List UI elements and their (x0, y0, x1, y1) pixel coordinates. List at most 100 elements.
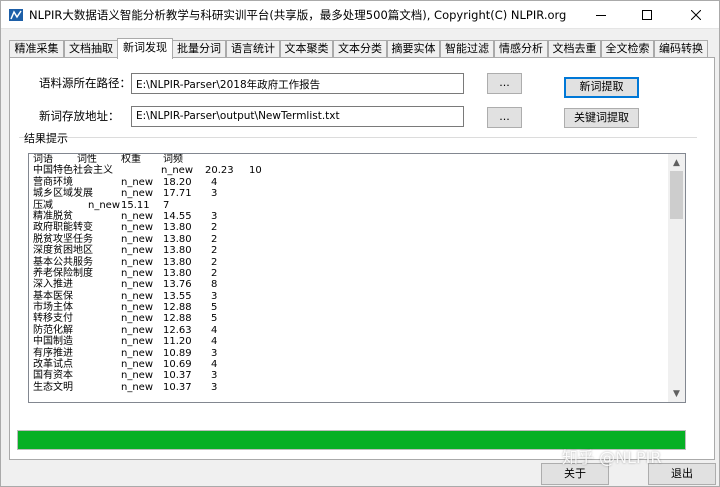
result-row: 政府职能转变 n_new 13.80 2 (33, 222, 667, 233)
result-weight: 14.55 (163, 210, 192, 222)
result-weight: 17.71 (163, 188, 192, 200)
result-freq: 4 (211, 324, 218, 336)
scroll-down-icon[interactable]: ▼ (668, 385, 685, 402)
tab-language-stats[interactable]: 语言统计 (226, 40, 280, 58)
result-row: 脱贫攻坚任务 n_new 13.80 2 (33, 234, 667, 245)
minimize-icon (596, 14, 606, 16)
result-freq: 4 (211, 176, 218, 188)
results-content: 词语 词性 权重 词频 中国特色社会主义 n_new 20.23 10 营商环境 n_ne… (33, 154, 667, 402)
result-freq: 10 (249, 165, 262, 177)
result-freq: 3 (211, 188, 218, 200)
tab-encoding-convert[interactable]: 编码转换 (654, 40, 708, 58)
result-freq: 3 (211, 210, 218, 222)
result-weight: 10.37 (163, 381, 192, 393)
minimize-button[interactable] (578, 1, 624, 29)
result-freq: 2 (211, 233, 218, 245)
result-weight: 11.20 (163, 336, 192, 348)
results-scrollbar[interactable]: ▲ ▼ (668, 154, 685, 402)
title-bar[interactable]: NLPIR大数据语义智能分析教学与科研实训平台(共享版，最多处理500篇文档),… (1, 1, 719, 29)
result-pos: n_new (121, 256, 154, 268)
result-row: 中国特色社会主义 n_new 20.23 10 (33, 165, 667, 176)
result-row: 养老保险制度 n_new 13.80 2 (33, 268, 667, 279)
result-pos: n_new (121, 359, 154, 371)
result-weight: 15.11 (121, 199, 150, 211)
result-weight: 13.76 (163, 279, 192, 291)
tab-text-classify[interactable]: 文本分类 (333, 40, 387, 58)
result-pos: n_new (121, 381, 154, 393)
result-freq: 8 (211, 279, 218, 291)
result-word: 精准脱贫 (33, 210, 73, 222)
result-word: 基本公共服务 (33, 256, 93, 268)
tab-summary-entity[interactable]: 摘要实体 (387, 40, 440, 58)
close-icon (691, 10, 701, 20)
group-divider (19, 137, 697, 138)
scroll-up-icon[interactable]: ▲ (668, 154, 685, 171)
result-freq: 5 (211, 313, 218, 325)
maximize-button[interactable] (624, 1, 670, 29)
result-weight: 12.63 (163, 324, 192, 336)
result-weight: 13.80 (163, 256, 192, 268)
result-weight: 10.69 (163, 359, 192, 371)
result-pos: n_new (121, 336, 154, 348)
results-rows: 中国特色社会主义 n_new 20.23 10 营商环境 n_new 18.20 4 城乡区域发… (33, 165, 667, 393)
result-word: 基本医保 (33, 290, 73, 302)
result-pos: n_new (121, 210, 154, 222)
output-path-field[interactable]: E:\NLPIR-Parser\output\NewTermlist.txt (131, 106, 464, 127)
scroll-thumb[interactable] (670, 171, 683, 219)
result-word: 中国特色社会主义 (33, 165, 113, 177)
tab-batch-segment[interactable]: 批量分词 (172, 40, 226, 58)
result-freq: 3 (211, 381, 218, 393)
result-weight: 12.88 (163, 302, 192, 314)
results-header: 词语 词性 权重 词频 (33, 154, 667, 165)
result-row: 深度贫困地区 n_new 13.80 2 (33, 245, 667, 256)
result-freq: 3 (211, 290, 218, 302)
header-weight: 权重 (121, 154, 141, 165)
result-word: 城乡区域发展 (33, 188, 93, 200)
tab-strip: 精准采集 文档抽取 新词发现 批量分词 语言统计 文本聚类 文本分类 摘要实体 … (9, 38, 715, 59)
result-weight: 20.23 (205, 165, 234, 177)
corpus-path-field[interactable]: E:\NLPIR-Parser\2018年政府工作报告 (131, 73, 464, 94)
extract-new-words-button[interactable]: 新词提取 (564, 77, 639, 98)
close-button[interactable] (673, 1, 719, 29)
result-word: 深度贫困地区 (33, 245, 93, 257)
result-word: 压减 (33, 199, 53, 211)
tab-fulltext-search[interactable]: 全文检索 (601, 40, 654, 58)
result-word: 市场主体 (33, 302, 73, 314)
result-pos: n_new (121, 188, 154, 200)
result-weight: 13.80 (163, 222, 192, 234)
result-word: 营商环境 (33, 176, 73, 188)
result-pos: n_new (121, 302, 154, 314)
tab-smart-filter[interactable]: 智能过滤 (440, 40, 494, 58)
app-logo-icon (9, 9, 23, 21)
result-pos: n_new (121, 370, 154, 382)
result-word: 深入推进 (33, 279, 73, 291)
tab-text-cluster[interactable]: 文本聚类 (280, 40, 333, 58)
tab-doc-extract[interactable]: 文档抽取 (64, 40, 118, 58)
result-pos: n_new (121, 313, 154, 325)
corpus-path-label: 语料源所在路径： (39, 76, 131, 90)
result-freq: 2 (211, 245, 218, 257)
result-pos: n_new (121, 324, 154, 336)
result-freq: 4 (211, 336, 218, 348)
maximize-icon (642, 10, 652, 20)
result-word: 中国制造 (33, 336, 73, 348)
tab-sentiment[interactable]: 情感分析 (494, 40, 548, 58)
output-path-label: 新词存放地址： (39, 109, 120, 123)
extract-keywords-button[interactable]: 关键词提取 (564, 108, 639, 128)
result-row: 有序推进 n_new 10.89 3 (33, 348, 667, 359)
result-freq: 2 (211, 267, 218, 279)
result-weight: 10.89 (163, 347, 192, 359)
result-freq: 3 (211, 347, 218, 359)
tab-precise-collect[interactable]: 精准采集 (9, 40, 64, 58)
result-word: 脱贫攻坚任务 (33, 233, 93, 245)
tab-doc-dedup[interactable]: 文档去重 (548, 40, 601, 58)
result-row: 改革试点 n_new 10.69 4 (33, 359, 667, 370)
browse-output-button[interactable]: ... (487, 107, 522, 128)
result-weight: 13.55 (163, 290, 192, 302)
browse-corpus-button[interactable]: ... (487, 73, 522, 94)
result-freq: 4 (211, 359, 218, 371)
result-pos: n_new (161, 165, 194, 177)
tab-new-word-discovery[interactable]: 新词发现 (117, 38, 173, 59)
app-window: NLPIR大数据语义智能分析教学与科研实训平台(共享版，最多处理500篇文档),… (0, 0, 720, 487)
results-textbox[interactable]: 词语 词性 权重 词频 中国特色社会主义 n_new 20.23 10 营商环境 n_ne… (28, 153, 686, 403)
